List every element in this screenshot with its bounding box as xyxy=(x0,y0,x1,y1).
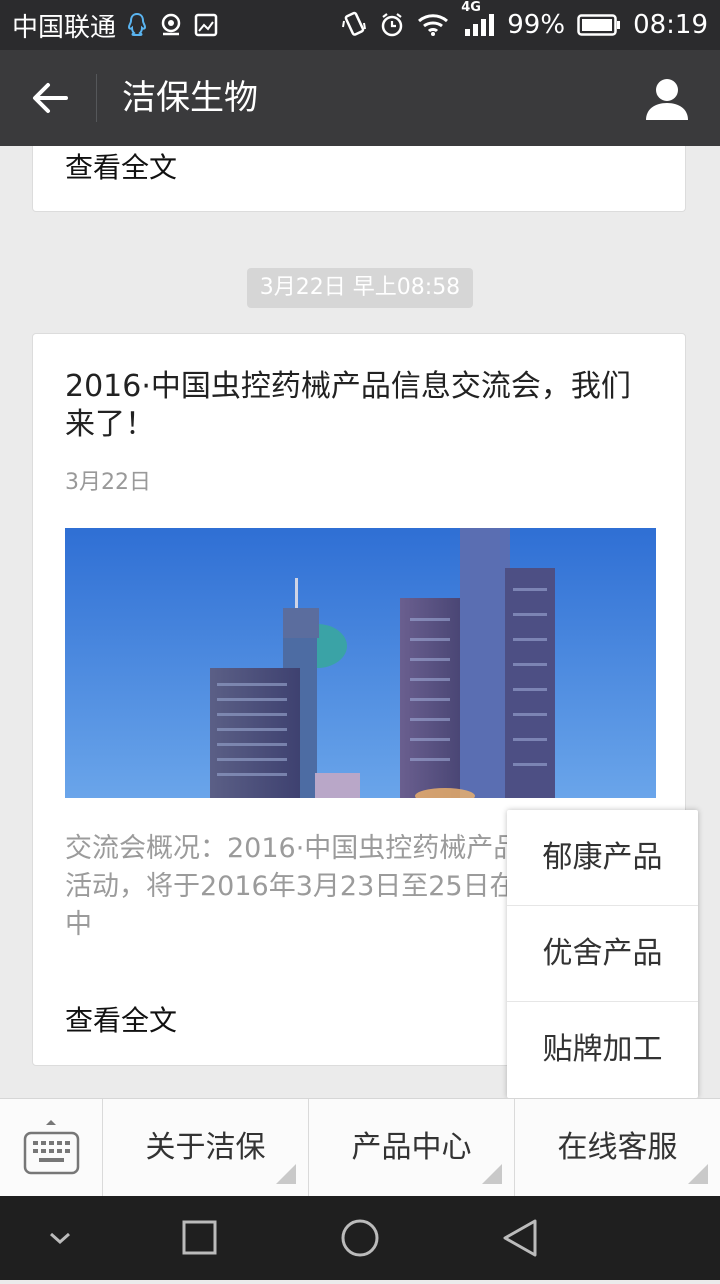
system-nav-bar xyxy=(0,1196,720,1280)
hide-keyboard-icon[interactable] xyxy=(50,1232,70,1245)
submenu-item-youshe[interactable]: 优舍产品 xyxy=(507,906,698,1002)
submenu-indicator-icon xyxy=(482,1164,502,1184)
menu-about-button[interactable]: 关于洁保 xyxy=(103,1099,309,1196)
nav-divider xyxy=(96,74,97,122)
article-title[interactable]: 2016·中国虫控药械产品信息交流会，我们来了！ xyxy=(65,368,655,444)
menu-support-button[interactable]: 在线客服 xyxy=(515,1099,720,1196)
status-bar: 中国联通 4G 99% 08:19 xyxy=(0,0,720,50)
menu-support-label: 在线客服 xyxy=(557,1130,678,1165)
menu-about-label: 关于洁保 xyxy=(145,1130,266,1165)
battery-icon xyxy=(577,13,621,37)
menu-products-label: 产品中心 xyxy=(351,1130,472,1165)
home-icon[interactable] xyxy=(341,1219,379,1257)
battery-percent: 99% xyxy=(507,10,566,40)
keyboard-icon xyxy=(23,1120,80,1175)
submenu-item-yukang[interactable]: 郁康产品 xyxy=(507,810,698,906)
submenu-indicator-icon xyxy=(276,1164,296,1184)
menu-products-button[interactable]: 产品中心 xyxy=(309,1099,515,1196)
keyboard-toggle-button[interactable] xyxy=(0,1099,103,1196)
back-arrow-icon[interactable] xyxy=(26,74,74,122)
product-submenu: 郁康产品 优舍产品 贴牌加工 xyxy=(507,810,698,1098)
image-icon xyxy=(194,13,218,37)
previous-article-card[interactable]: 查看全文 xyxy=(32,146,686,212)
nav-bar: 洁保生物 xyxy=(0,50,720,146)
custom-menu-bar: 关于洁保 产品中心 在线客服 xyxy=(0,1098,720,1196)
network-type-label: 4G xyxy=(461,0,481,15)
submenu-item-oem[interactable]: 贴牌加工 xyxy=(507,1002,698,1098)
clock: 08:19 xyxy=(633,10,708,40)
read-more-link[interactable]: 查看全文 xyxy=(65,999,177,1039)
message-timestamp: 3月22日 早上08:58 xyxy=(247,268,473,308)
profile-icon[interactable] xyxy=(644,76,690,122)
location-icon xyxy=(158,12,184,38)
submenu-indicator-icon xyxy=(688,1164,708,1184)
recents-icon[interactable] xyxy=(182,1220,217,1255)
read-more-link[interactable]: 查看全文 xyxy=(65,146,177,186)
vibrate-icon xyxy=(341,11,367,39)
article-cover-image[interactable] xyxy=(65,528,656,798)
wifi-icon xyxy=(417,13,449,37)
alarm-icon xyxy=(379,12,405,38)
signal-icon: 4G xyxy=(461,0,495,38)
page-title: 洁保生物 xyxy=(122,78,258,118)
carrier-label: 中国联通 xyxy=(12,12,117,43)
qq-icon xyxy=(126,12,148,38)
article-date: 3月22日 xyxy=(65,470,151,495)
back-triangle-icon[interactable] xyxy=(503,1219,537,1257)
